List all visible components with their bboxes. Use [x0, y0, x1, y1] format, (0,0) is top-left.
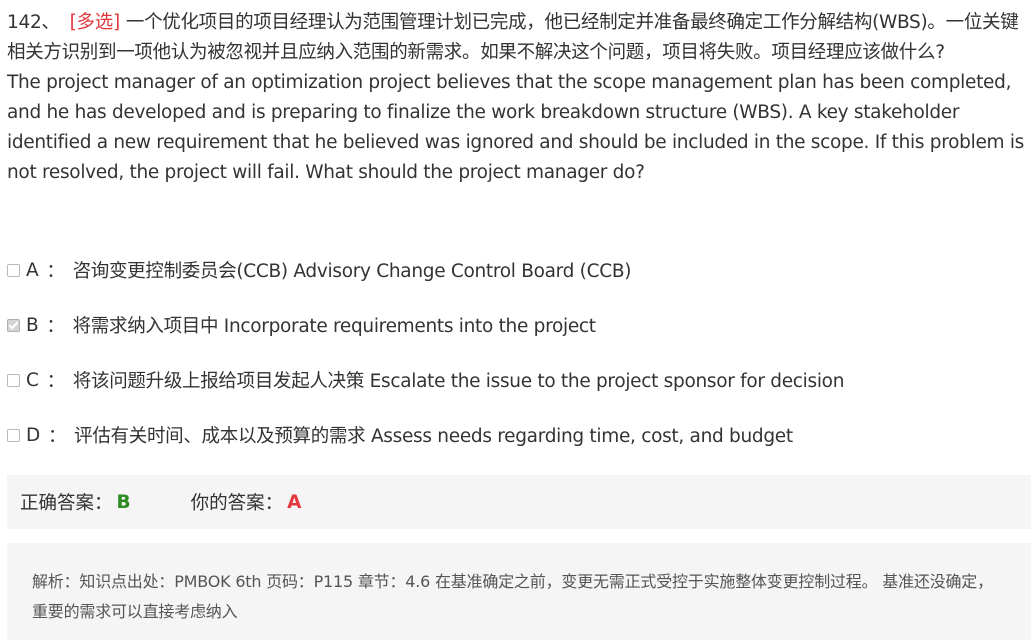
correct-answer-label: 正确答案： [20, 493, 113, 514]
your-answer-label: 你的答案： [190, 493, 284, 514]
options-list: A ： 咨询变更控制委员会(CCB) Advisory Change Contro… [7, 255, 1031, 475]
option-b-colon: ： [46, 316, 65, 337]
analysis-panel: 解析：知识点出处：PMBOK 6th 页码：P115 章节：4.6 在基准确定之… [7, 543, 1031, 640]
option-a-text: 咨询变更控制委员会(CCB) Advisory Change Control B… [72, 261, 632, 282]
option-d-colon: ： [47, 426, 67, 447]
option-b[interactable]: B ： 将需求纳入项目中 Incorporate requirements int… [7, 310, 1031, 340]
option-a[interactable]: A ： 咨询变更控制委员会(CCB) Advisory Change Contro… [7, 255, 1031, 285]
option-d[interactable]: D ： 评估有关时间、成本以及预算的需求 Assess needs regardi… [7, 420, 1031, 450]
option-c[interactable]: C ： 将该问题升级上报给项目发起人决策 Escalate the issue t… [7, 365, 1031, 395]
option-b-text: 将需求纳入项目中 Incorporate requirements into t… [72, 316, 596, 337]
question-text-cn: 一个优化项目的项目经理认为范围管理计划已完成，他已经制定并准备最终确定工作分解结… [7, 12, 1019, 63]
answer-summary: 正确答案： B 你的答案： A [7, 475, 1031, 529]
option-d-letter: D [26, 424, 40, 446]
option-c-text: 将该问题升级上报给项目发起人决策 Escalate the issue to t… [72, 371, 845, 392]
option-a-colon: ： [46, 261, 65, 282]
option-d-checkbox[interactable] [7, 428, 20, 442]
analysis-text: 解析：知识点出处：PMBOK 6th 页码：P115 章节：4.6 在基准确定之… [32, 572, 993, 621]
question-text: 142、 [多选] 一个优化项目的项目经理认为范围管理计划已完成，他已经制定并准备最… [7, 8, 1031, 188]
option-b-letter: B [26, 314, 39, 336]
option-c-letter: C [26, 369, 39, 391]
option-b-checkbox[interactable] [7, 318, 20, 332]
option-c-colon: ： [46, 371, 66, 392]
option-a-checkbox[interactable] [7, 263, 20, 277]
option-d-text: 评估有关时间、成本以及预算的需求 Assess needs regarding … [74, 426, 793, 447]
question-type-tag: [多选] [69, 12, 121, 33]
question-number: 142、 [7, 12, 60, 33]
your-answer-value: A [287, 491, 302, 513]
option-a-letter: A [26, 259, 39, 281]
question-text-en: The project manager of an optimization p… [7, 72, 1025, 183]
correct-answer-value: B [116, 491, 131, 513]
option-c-checkbox[interactable] [7, 373, 20, 387]
